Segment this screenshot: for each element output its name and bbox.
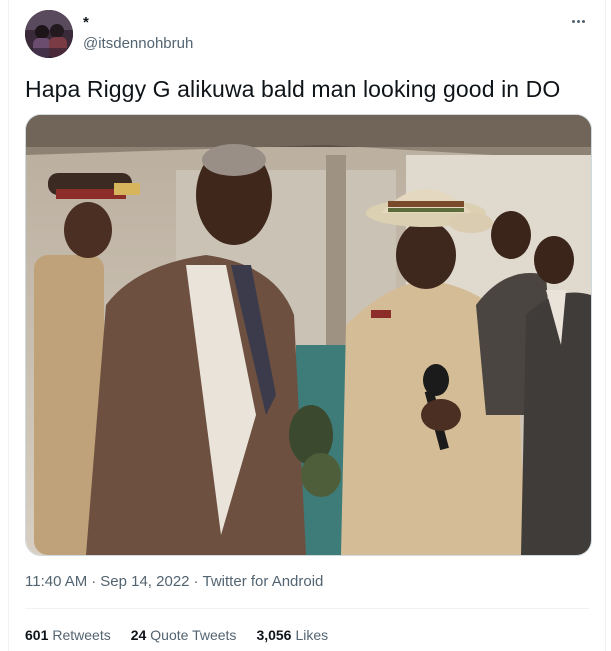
tweet-date[interactable]: Sep 14, 2022	[100, 573, 189, 590]
tweet-stats: 601 Retweets 24 Quote Tweets 3,056 Likes	[25, 626, 348, 644]
more-dot	[581, 19, 585, 23]
divider	[25, 608, 589, 609]
stat-retweets[interactable]: 601 Retweets	[25, 626, 111, 644]
more-dot	[571, 19, 575, 23]
tweet-text: Hapa Riggy G alikuwa bald man looking go…	[25, 76, 561, 102]
tweet-time[interactable]: 11:40 AM	[25, 573, 87, 590]
tweet-source[interactable]: Twitter for Android	[203, 573, 324, 590]
tweet-card: * @itsdennohbruh Hapa Riggy G alikuwa ba…	[8, 0, 606, 651]
stat-value: 601	[25, 627, 49, 643]
meta-separator: ·	[91, 573, 97, 590]
display-name[interactable]: *	[83, 14, 89, 32]
stat-value: 3,056	[256, 627, 292, 643]
stat-label: Likes	[295, 627, 329, 643]
avatar-image	[25, 10, 73, 58]
stat-label: Retweets	[52, 627, 111, 643]
user-handle[interactable]: @itsdennohbruh	[83, 35, 193, 53]
stat-value: 24	[130, 627, 147, 643]
tweet-photo[interactable]	[25, 114, 592, 556]
more-icon[interactable]	[567, 12, 589, 30]
meta-separator: ·	[193, 573, 199, 590]
stat-quote-tweets[interactable]: 24 Quote Tweets	[131, 626, 237, 644]
stat-likes[interactable]: 3,056 Likes	[256, 626, 328, 644]
stat-label: Quote Tweets	[150, 627, 237, 643]
more-dot	[576, 19, 580, 23]
photo-image	[26, 115, 591, 555]
tweet-metadata: 11:40 AM · Sep 14, 2022 · Twitter for Androi…	[25, 572, 323, 592]
avatar[interactable]	[25, 10, 73, 58]
